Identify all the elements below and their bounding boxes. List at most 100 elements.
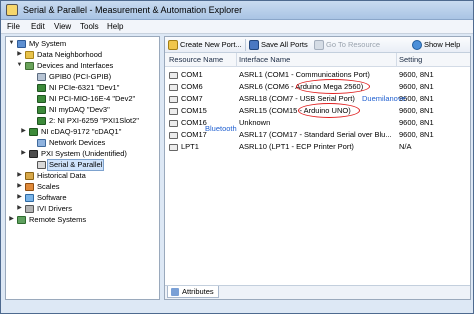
tab-label: Attributes — [182, 287, 214, 296]
daq-icon — [29, 128, 38, 136]
software-icon — [25, 194, 34, 202]
save-icon — [249, 40, 259, 50]
annotation-circle — [298, 103, 360, 118]
tree-label: Devices and Interfaces — [37, 61, 114, 70]
title-bar: Serial & Parallel - Measurement & Automa… — [1, 1, 473, 20]
computer-icon — [17, 40, 26, 48]
annotation-bluetooth: Bluetooth — [205, 124, 237, 133]
gpib-icon — [37, 73, 46, 81]
tree-label: Software — [37, 193, 67, 202]
expand-icon[interactable]: ▶ — [20, 150, 27, 157]
annotation-circle — [296, 79, 370, 94]
serial-port-icon — [169, 108, 178, 115]
window-title: Serial & Parallel - Measurement & Automa… — [23, 5, 243, 15]
configuration-tree[interactable]: ▼ My System ▶ Data Neighborhood ▼ Device… — [5, 36, 160, 300]
expand-icon[interactable]: ▶ — [20, 128, 27, 135]
app-icon — [6, 4, 18, 16]
port-setting: 9600, 8N1 — [399, 82, 434, 91]
toolbar: Create New Port... Save All Ports Go To … — [165, 37, 470, 53]
main-window: Serial & Parallel - Measurement & Automa… — [0, 0, 474, 314]
resource-name: LPT1 — [181, 142, 199, 151]
tree-label: NI PCIe-6321 "Dev1" — [49, 83, 120, 92]
interface-name: ASRL1 (COM1 - Communications Port) — [239, 70, 370, 79]
interface-name: Unknown — [239, 118, 271, 127]
serial-port-icon — [169, 132, 178, 139]
remote-systems-icon — [17, 216, 26, 224]
tree-label: PXI System (Unidentified) — [41, 149, 127, 158]
menu-file[interactable]: File — [7, 22, 20, 31]
network-icon — [37, 139, 46, 147]
serial-port-icon — [169, 72, 178, 79]
port-setting: 9600, 8N1 — [399, 106, 434, 115]
daq-icon — [37, 95, 46, 103]
scales-icon — [25, 183, 34, 191]
column-divider[interactable] — [236, 53, 237, 67]
port-setting: N/A — [399, 142, 412, 151]
serial-port-icon — [169, 120, 178, 127]
menu-tools[interactable]: Tools — [80, 22, 99, 31]
tree-label: NI myDAQ "Dev3" — [49, 105, 110, 114]
tree-label: Network Devices — [49, 138, 106, 147]
interface-name: ASRL10 (LPT1 - ECP Printer Port) — [239, 142, 354, 151]
go-to-icon — [314, 40, 324, 50]
attributes-icon — [171, 288, 179, 296]
menu-edit[interactable]: Edit — [31, 22, 45, 31]
collapse-icon[interactable]: ▼ — [8, 40, 15, 47]
resource-name: COM16 — [181, 118, 207, 127]
status-bar — [1, 301, 473, 313]
resource-name: COM17 — [181, 130, 207, 139]
expand-icon[interactable]: ▶ — [16, 194, 23, 201]
historical-icon — [25, 172, 34, 180]
folder-icon — [25, 51, 34, 59]
tree-label: Serial & Parallel — [46, 159, 105, 171]
tab-attributes[interactable]: Attributes — [167, 286, 219, 298]
resource-name: COM15 — [181, 106, 207, 115]
resource-name: COM1 — [181, 70, 203, 79]
daq-icon — [37, 106, 46, 114]
annotation-duemilanove: Duemilanove — [362, 94, 406, 103]
tree-label: NI cDAQ-9172 "cDAQ1" — [41, 127, 122, 136]
help-icon — [412, 40, 422, 50]
menu-bar: File Edit View Tools Help — [1, 20, 473, 34]
parallel-port-icon — [169, 144, 178, 151]
collapse-icon[interactable]: ▼ — [16, 62, 23, 69]
tree-label: NI PCI-MIO-16E-4 "Dev2" — [49, 94, 136, 103]
expand-icon[interactable]: ▶ — [16, 183, 23, 190]
menu-view[interactable]: View — [54, 22, 71, 31]
resource-name: COM6 — [181, 82, 203, 91]
column-divider[interactable] — [396, 53, 397, 67]
new-port-icon — [168, 40, 178, 50]
toolbar-separator — [245, 39, 246, 51]
ivi-icon — [25, 205, 34, 213]
ports-panel: Create New Port... Save All Ports Go To … — [164, 36, 471, 300]
column-header-resource[interactable]: Resource Name — [169, 54, 223, 66]
column-header-setting[interactable]: Setting — [399, 54, 422, 66]
tree-label: GPIB0 (PCI-GPIB) — [49, 72, 112, 81]
pxi-icon — [29, 150, 38, 158]
tree-label: My System — [29, 39, 67, 48]
tree-label: Data Neighborhood — [37, 50, 103, 59]
devices-icon — [25, 62, 34, 70]
expand-icon[interactable]: ▶ — [8, 216, 15, 223]
expand-icon[interactable]: ▶ — [16, 172, 23, 179]
save-all-ports-button[interactable]: Save All Ports — [249, 39, 309, 51]
column-header-interface[interactable]: Interface Name — [239, 54, 290, 66]
serial-port-icon — [37, 161, 46, 169]
tree-label: 2: NI PXI-6259 "PXI1Slot2" — [49, 116, 139, 125]
show-help-button[interactable]: Show Help — [412, 39, 467, 51]
daq-icon — [37, 84, 46, 92]
tree-label: Remote Systems — [29, 215, 87, 224]
port-setting: 9600, 8N1 — [399, 130, 434, 139]
serial-port-icon — [169, 96, 178, 103]
create-new-port-button[interactable]: Create New Port... — [168, 39, 242, 51]
expand-icon[interactable]: ▶ — [16, 205, 23, 212]
menu-help[interactable]: Help — [107, 22, 123, 31]
expand-icon[interactable]: ▶ — [16, 51, 23, 58]
go-to-resource-button[interactable]: Go To Resource — [314, 39, 382, 51]
tree-label: Scales — [37, 182, 60, 191]
tree-label: IVI Drivers — [37, 204, 73, 213]
bottom-tab-bar: Attributes — [165, 285, 470, 299]
port-setting: 9600, 8N1 — [399, 70, 434, 79]
port-setting: 9600, 8N1 — [399, 118, 434, 127]
serial-port-icon — [169, 84, 178, 91]
